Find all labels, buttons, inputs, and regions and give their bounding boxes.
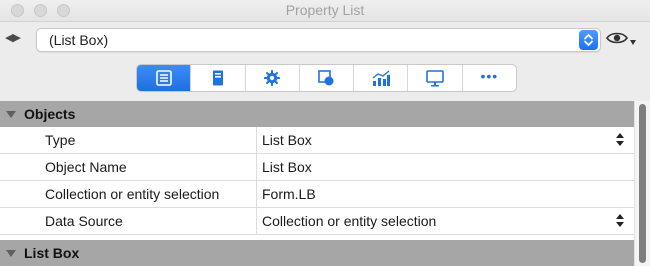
property-row-data-source[interactable]: Data Source Collection or entity selecti…	[0, 208, 634, 235]
property-name: Type	[45, 132, 76, 148]
form-icon	[212, 70, 223, 86]
section-header-list-box[interactable]: List Box	[0, 240, 634, 266]
property-name: Object Name	[45, 159, 127, 175]
more-icon: •••	[480, 68, 499, 84]
property-name-cell: Data Source	[0, 208, 257, 234]
shape-icon	[318, 70, 334, 86]
section-label: List Box	[24, 245, 80, 261]
gear-icon	[264, 70, 281, 86]
object-selector[interactable]: (List Box)	[36, 28, 601, 52]
tab-shape[interactable]	[300, 65, 355, 91]
property-name-cell: Object Name	[0, 154, 257, 180]
dropdown-stepper-button[interactable]	[579, 30, 598, 50]
up-down-chevron-icon	[584, 34, 593, 46]
next-object-icon[interactable]: ▶	[12, 32, 21, 44]
property-grid: Objects Type List Box Object Name List B…	[0, 101, 634, 266]
property-name-cell: Collection or entity selection	[0, 181, 257, 207]
tab-chart[interactable]	[354, 65, 409, 91]
up-down-stepper-icon[interactable]	[616, 213, 624, 229]
window-title: Property List	[285, 2, 365, 18]
tab-monitor[interactable]	[408, 65, 463, 91]
monitor-icon	[426, 70, 444, 87]
property-row-type[interactable]: Type List Box	[0, 127, 634, 154]
disclosure-triangle-icon[interactable]	[6, 111, 16, 118]
section-label: Objects	[24, 106, 76, 122]
property-name: Collection or entity selection	[45, 186, 220, 202]
title-bar: Property List	[0, 0, 650, 22]
tab-gear[interactable]	[246, 65, 300, 91]
up-down-stepper-icon[interactable]	[616, 132, 624, 148]
scrollbar-thumb[interactable]	[639, 104, 646, 263]
list-icon	[155, 70, 172, 86]
property-theme-tabs: •••	[136, 64, 517, 92]
property-row-collection[interactable]: Collection or entity selection Form.LB	[0, 181, 634, 208]
disclosure-triangle-icon[interactable]	[6, 250, 16, 257]
property-value: List Box	[262, 132, 312, 148]
chart-icon	[372, 70, 390, 86]
property-value: Form.LB	[262, 186, 316, 202]
property-value: List Box	[262, 159, 312, 175]
tab-list[interactable]	[137, 65, 192, 91]
eye-icon[interactable]	[606, 31, 628, 45]
property-row-object-name[interactable]: Object Name List Box	[0, 154, 634, 181]
eye-menu-caret-icon[interactable]	[630, 40, 636, 45]
property-name: Data Source	[45, 213, 123, 229]
section-header-objects[interactable]: Objects	[0, 101, 634, 127]
object-selector-value: (List Box)	[49, 32, 109, 48]
nav-arrows: ◀▶	[5, 31, 21, 44]
tab-form[interactable]	[191, 65, 246, 91]
property-value-cell[interactable]: Collection or entity selection	[258, 208, 634, 234]
vertical-scrollbar[interactable]	[634, 101, 650, 266]
property-value-cell[interactable]: Form.LB	[258, 181, 634, 207]
property-value-cell[interactable]: List Box	[258, 127, 634, 153]
tab-more[interactable]: •••	[463, 65, 516, 91]
property-value-cell[interactable]: List Box	[258, 154, 634, 180]
property-name-cell: Type	[0, 127, 257, 153]
property-value: Collection or entity selection	[262, 213, 437, 229]
